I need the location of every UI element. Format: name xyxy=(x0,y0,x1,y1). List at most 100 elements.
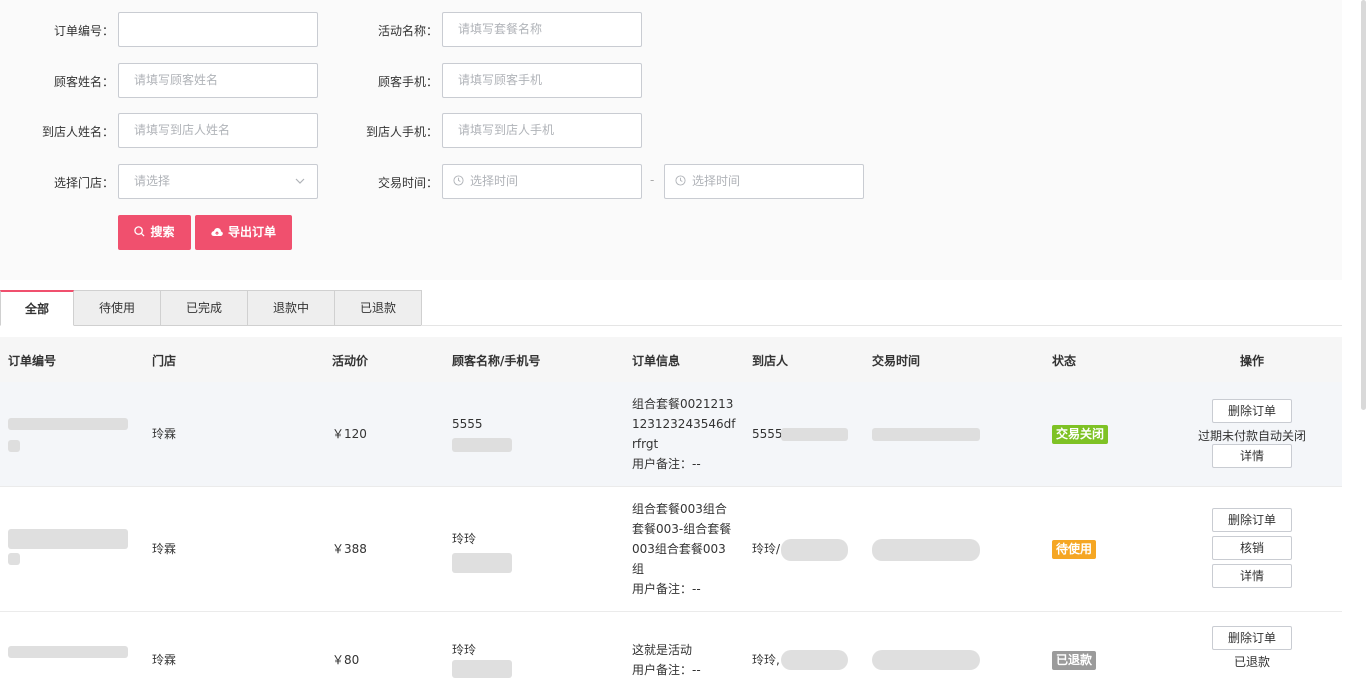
order-remark: 用户备注：-- xyxy=(632,663,701,677)
order-info-line: rfrgt xyxy=(632,437,659,451)
store-select[interactable]: 请选择 xyxy=(118,164,318,199)
export-orders-button[interactable]: 导出订单 xyxy=(195,215,292,250)
column-actions: 操作 xyxy=(1240,354,1265,368)
phone-redacted xyxy=(452,660,512,678)
order-no-redacted xyxy=(8,529,128,549)
export-button-label: 导出订单 xyxy=(227,225,276,239)
column-visitor: 到店人 xyxy=(752,354,789,368)
visitor-cell: 5555 xyxy=(752,427,783,441)
order-no-redacted xyxy=(8,646,128,658)
column-price: 活动价 xyxy=(332,354,369,368)
order-no-redacted xyxy=(8,553,20,565)
tab-all[interactable]: 全部 xyxy=(0,290,74,326)
activity-name-label: 活动名称： xyxy=(377,24,438,38)
clock-icon xyxy=(453,165,464,198)
visitor-name-placeholder: 请填写到店人姓名 xyxy=(134,123,231,137)
tab-completed[interactable]: 已完成 xyxy=(161,290,248,326)
order-no-redacted xyxy=(8,418,128,430)
scrollbar-thumb[interactable] xyxy=(1361,0,1366,410)
price-cell: ￥120 xyxy=(332,427,367,441)
customer-name-cell: 玲玲 xyxy=(452,532,477,546)
visitor-phone-label: 到店人手机： xyxy=(365,125,438,139)
visitor-cell: 玲玲, xyxy=(752,653,780,667)
customer-name-label: 顾客姓名： xyxy=(53,75,114,89)
order-info-line: 这就是活动 xyxy=(632,643,693,657)
order-info-line: 003组合套餐003 xyxy=(632,542,726,556)
trade-time-label: 交易时间： xyxy=(377,176,438,190)
detail-button[interactable]: 详情 xyxy=(1212,564,1292,588)
delete-order-button[interactable]: 删除订单 xyxy=(1212,508,1292,532)
detail-button[interactable]: 详情 xyxy=(1212,444,1292,468)
customer-phone-placeholder: 请填写顾客手机 xyxy=(458,73,543,87)
trade-time-start-placeholder: 选择时间 xyxy=(470,174,519,188)
column-order-no: 订单编号 xyxy=(8,354,57,368)
order-info-line: 组 xyxy=(632,562,645,576)
customer-name-cell: 玲玲 xyxy=(452,643,477,657)
store-select-label: 选择门店： xyxy=(53,176,114,190)
order-no-input[interactable] xyxy=(118,12,318,47)
trade-time-redacted xyxy=(872,428,980,441)
order-info-line: 套餐003-组合套餐 xyxy=(632,522,732,536)
cloud-upload-icon xyxy=(211,215,223,250)
store-cell: 玲霖 xyxy=(152,653,177,667)
activity-name-placeholder: 请填写套餐名称 xyxy=(458,22,543,36)
activity-name-input[interactable]: 请填写套餐名称 xyxy=(442,12,642,47)
order-remark: 用户备注：-- xyxy=(632,457,701,471)
status-badge: 待使用 xyxy=(1052,540,1097,559)
customer-phone-label: 顾客手机： xyxy=(377,75,438,89)
order-remark: 用户备注：-- xyxy=(632,582,701,596)
status-badge: 交易关闭 xyxy=(1052,425,1109,444)
visitor-phone-input[interactable]: 请填写到店人手机 xyxy=(442,113,642,148)
visitor-phone-redacted xyxy=(781,539,848,561)
tab-refunding[interactable]: 退款中 xyxy=(248,290,335,326)
delete-order-button[interactable]: 删除订单 xyxy=(1212,626,1292,650)
date-range-separator: - xyxy=(650,173,655,187)
store-select-value: 请选择 xyxy=(134,174,171,188)
column-store: 门店 xyxy=(152,354,177,368)
customer-phone-input[interactable]: 请填写顾客手机 xyxy=(442,63,642,98)
visitor-name-label: 到店人姓名： xyxy=(41,125,114,139)
status-badge: 已退款 xyxy=(1052,651,1097,670)
phone-redacted xyxy=(452,553,512,573)
chevron-down-icon xyxy=(295,165,305,198)
search-button[interactable]: 搜索 xyxy=(118,215,191,250)
table-row: 玲霖 ￥120 5555 组合套餐0021213 123123243546df … xyxy=(0,382,1342,487)
price-cell: ￥388 xyxy=(332,542,367,556)
visitor-cell: 玲玲/ xyxy=(752,542,781,556)
trade-time-redacted xyxy=(872,539,980,561)
tabs-divider xyxy=(421,325,1342,326)
order-no-redacted xyxy=(8,440,20,452)
visitor-phone-redacted xyxy=(781,650,848,670)
store-cell: 玲霖 xyxy=(152,427,177,441)
refunded-note: 已退款 xyxy=(1233,655,1270,669)
order-info-line: 组合套餐003组合 xyxy=(632,502,727,516)
phone-redacted xyxy=(452,438,512,452)
order-info-line: 组合套餐0021213 xyxy=(632,397,734,411)
tab-pending-use[interactable]: 待使用 xyxy=(74,290,161,326)
trade-time-start-input[interactable]: 选择时间 xyxy=(442,164,642,199)
column-order-info: 订单信息 xyxy=(632,354,681,368)
visitor-phone-redacted xyxy=(781,428,848,441)
table-row: 玲霖 ￥80 玲玲 这就是活动 用户备注：-- 玲玲, 已退款 删除订单 已退款 xyxy=(0,612,1342,678)
visitor-phone-placeholder: 请填写到店人手机 xyxy=(458,123,555,137)
verify-button[interactable]: 核销 xyxy=(1212,536,1292,560)
customer-name-placeholder: 请填写顾客姓名 xyxy=(134,73,219,87)
tab-refunded[interactable]: 已退款 xyxy=(335,290,422,326)
search-icon xyxy=(134,215,146,250)
clock-icon xyxy=(675,165,686,198)
trade-time-end-input[interactable]: 选择时间 xyxy=(664,164,864,199)
trade-time-redacted xyxy=(872,650,980,670)
order-no-label: 订单编号： xyxy=(53,24,114,38)
store-cell: 玲霖 xyxy=(152,542,177,556)
trade-time-end-placeholder: 选择时间 xyxy=(692,174,741,188)
search-button-label: 搜索 xyxy=(150,225,175,239)
column-status: 状态 xyxy=(1052,354,1077,368)
visitor-name-input[interactable]: 请填写到店人姓名 xyxy=(118,113,318,148)
customer-name-input[interactable]: 请填写顾客姓名 xyxy=(118,63,318,98)
auto-close-note: 过期未付款自动关闭 xyxy=(1197,429,1306,443)
delete-order-button[interactable]: 删除订单 xyxy=(1212,399,1292,423)
price-cell: ￥80 xyxy=(332,653,360,667)
column-customer: 顾客名称/手机号 xyxy=(452,354,541,368)
order-info-line: 123123243546df xyxy=(632,417,736,431)
customer-name-cell: 5555 xyxy=(452,417,483,431)
